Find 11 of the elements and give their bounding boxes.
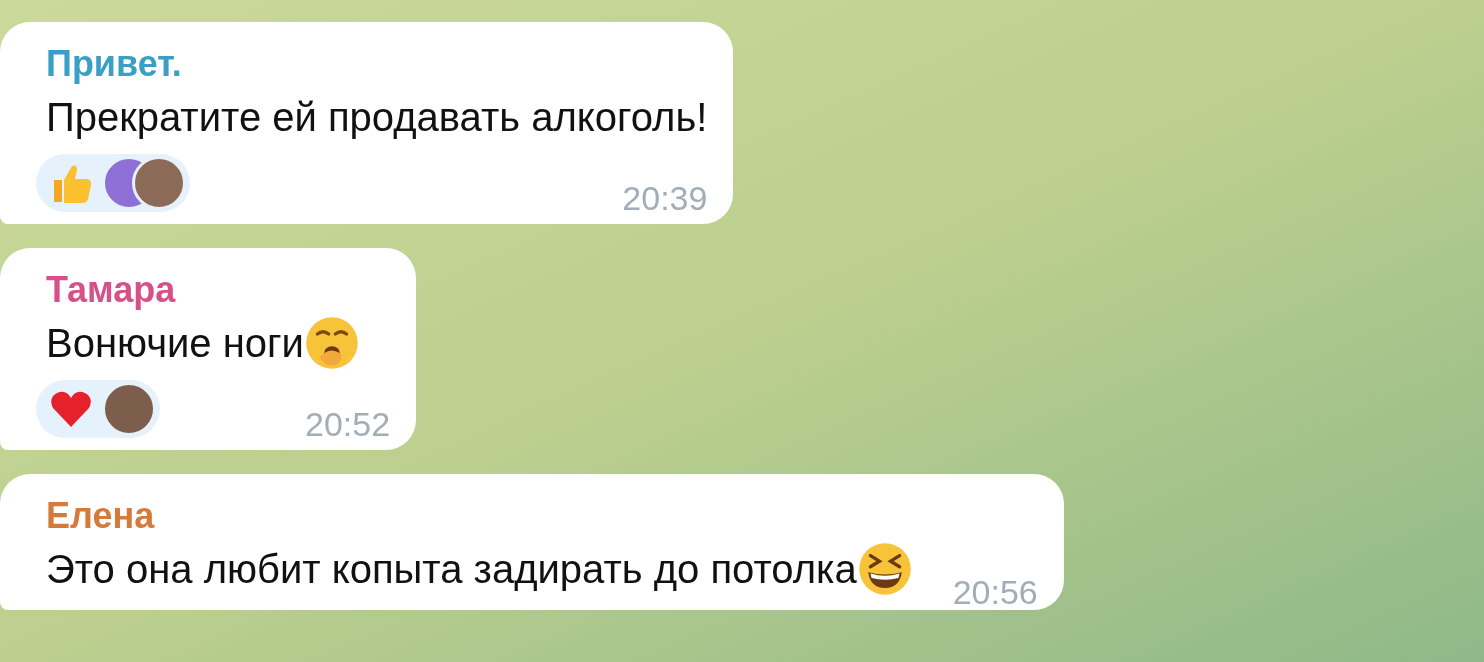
message-text: Прекратите ей продавать алкоголь! [46,94,708,141]
sender-name: Привет. [46,42,182,86]
sender-name: Елена [46,494,155,538]
message-time: 20:52 [305,404,391,444]
message-text: Вонючие ноги [46,320,304,367]
message-text: Это она любит копыта задирать до потолка [46,546,857,593]
message-time: 20:56 [952,572,1038,612]
message-time: 20:39 [622,178,708,218]
laughing-face-icon [856,541,913,597]
yawning-face-icon [303,315,360,371]
sender-name: Тамара [46,268,176,312]
